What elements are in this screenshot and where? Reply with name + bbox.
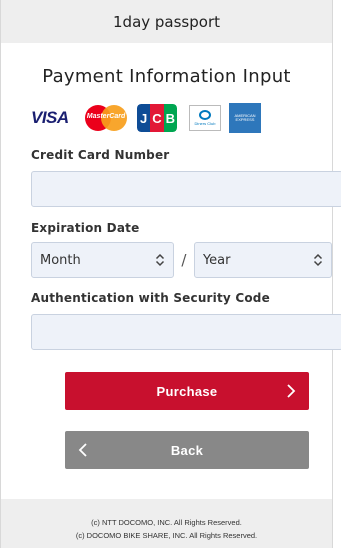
year-select[interactable]: Year — [193, 242, 332, 278]
footer: (c) NTT DOCOMO, INC. All Rights Reserved… — [1, 499, 332, 548]
page-title: Payment Information Input — [42, 66, 291, 87]
select-arrows-icon — [155, 253, 165, 267]
purchase-button[interactable]: Purchase — [65, 372, 309, 410]
jcb-letter-c: C — [150, 104, 164, 132]
security-code-label: Authentication with Security Code — [31, 291, 270, 305]
chevron-left-icon — [78, 443, 87, 457]
card-number-label: Credit Card Number — [31, 148, 170, 162]
back-button[interactable]: Back — [65, 431, 309, 469]
header-bar: 1day passport — [1, 0, 332, 43]
diners-club-logo-text: Diners Club — [194, 121, 216, 126]
mastercard-logo: MasterCard — [83, 105, 129, 131]
amex-logo: AMERICAN EXPRESS — [229, 103, 261, 133]
header-title: 1day passport — [113, 12, 220, 31]
month-select-value: Month — [40, 252, 81, 268]
purchase-button-label: Purchase — [156, 383, 218, 399]
select-arrows-icon — [313, 253, 323, 267]
card-number-input[interactable] — [31, 171, 341, 207]
jcb-logo: J C B — [137, 104, 177, 132]
jcb-letter-b: B — [163, 104, 177, 132]
page-frame: 1day passport Payment Information Input … — [0, 0, 341, 548]
year-select-value: Year — [202, 252, 231, 268]
month-select[interactable]: Month — [31, 242, 174, 278]
security-code-input[interactable] — [31, 314, 341, 350]
expiration-date-row: Month / Year — [31, 242, 332, 278]
expiration-date-label: Expiration Date — [31, 221, 140, 235]
back-button-label: Back — [170, 442, 204, 458]
visa-logo: VISA — [31, 108, 69, 127]
copyright-line-2: (c) DOCOMO BIKE SHARE, INC. All Rights R… — [75, 531, 258, 540]
copyright-line-1: (c) NTT DOCOMO, INC. All Rights Reserved… — [91, 518, 242, 527]
mastercard-logo-text: MasterCard — [86, 113, 126, 120]
date-separator: / — [181, 251, 187, 269]
card-brands: VISA MasterCard J C B Diners Club AMERIC… — [31, 102, 332, 134]
chevron-right-icon — [287, 384, 296, 398]
diners-club-logo: Diners Club — [189, 105, 221, 131]
jcb-letter-j: J — [137, 104, 151, 132]
